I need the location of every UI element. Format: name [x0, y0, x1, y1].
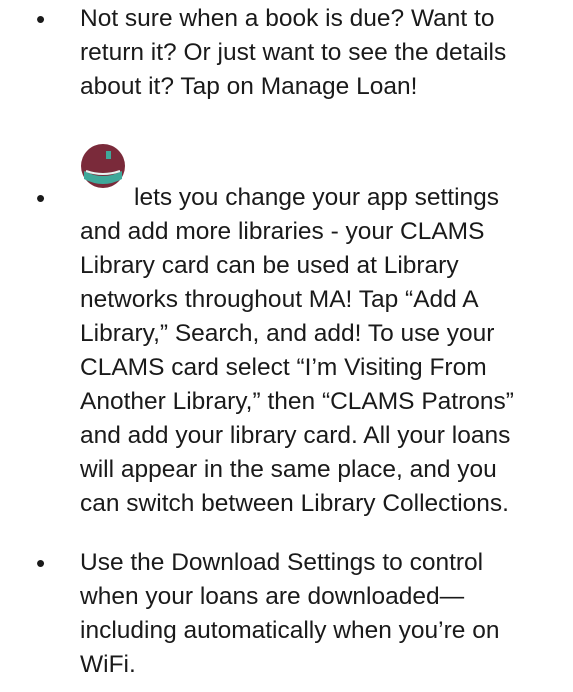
- bullet-marker: •: [36, 548, 46, 578]
- text-line: can switch between Library Collections.: [80, 490, 509, 517]
- bullet-marker: •: [36, 183, 46, 213]
- text-line: and add your library card. All your loan…: [80, 422, 511, 449]
- text-line: WiFi.: [80, 651, 136, 678]
- bullet-text: lets you change your app settings and ad…: [80, 181, 560, 521]
- text-line: Library card can be used at Library: [80, 252, 459, 279]
- bullet-text: Not sure when a book is due? Want to ret…: [80, 2, 560, 104]
- text-line: networks throughout MA! Tap “Add A: [80, 286, 479, 313]
- bullet-marker: •: [36, 4, 46, 34]
- text-line: will appear in the same place, and you: [80, 456, 497, 483]
- text-line: lets you change your app settings: [134, 184, 500, 211]
- text-line: when your loans are downloaded—: [80, 583, 465, 610]
- text-line: about it? Tap on Manage Loan!: [80, 73, 418, 100]
- document-page: • Not sure when a book is due? Want to r…: [0, 0, 573, 692]
- text-line: Use the Download Settings to control: [80, 549, 484, 576]
- bullet-text: Use the Download Settings to control whe…: [80, 546, 560, 682]
- text-line: including automatically when you’re on: [80, 617, 500, 644]
- text-line: and add more libraries - your CLAMS: [80, 218, 485, 245]
- text-line: Another Library,” then “CLAMS Patrons”: [80, 388, 514, 415]
- text-line: return it? Or just want to see the detai…: [80, 39, 507, 66]
- text-line: CLAMS card select “I’m Visiting From: [80, 354, 487, 381]
- text-line: Library,” Search, and add! To use your: [80, 320, 495, 347]
- text-line: Not sure when a book is due? Want to: [80, 5, 495, 32]
